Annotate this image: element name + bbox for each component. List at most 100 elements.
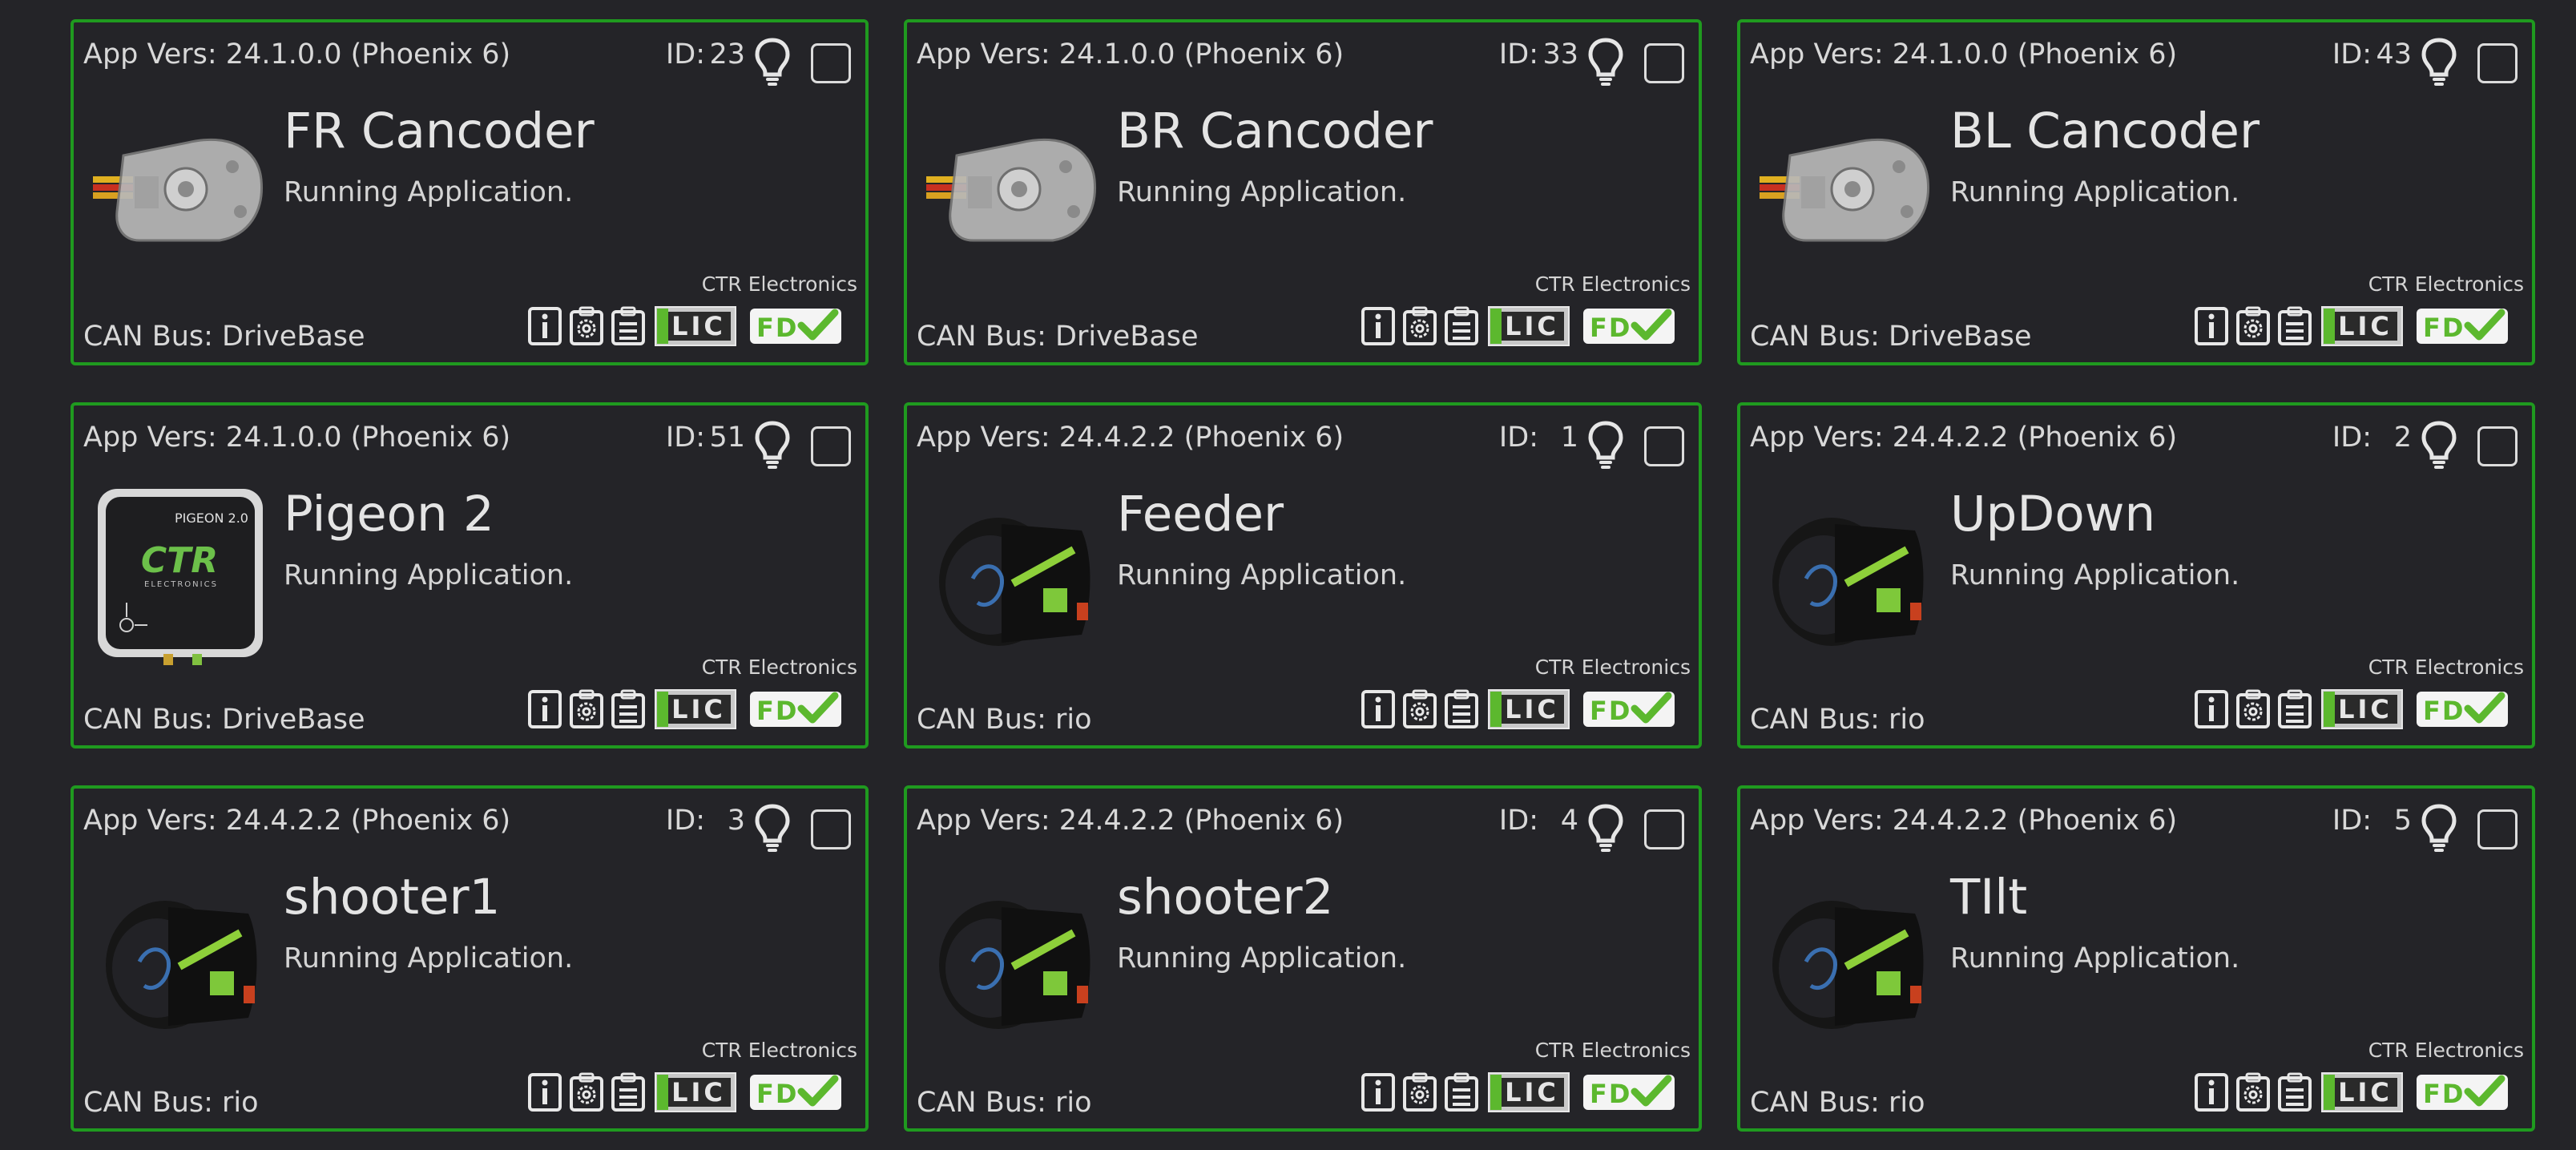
license-lic-icon[interactable]: LIC	[1487, 305, 1570, 348]
select-checkbox[interactable]	[2477, 43, 2518, 83]
details-clipboard-icon[interactable]	[1444, 688, 1479, 731]
license-lic-icon[interactable]: LIC	[2320, 688, 2404, 731]
details-clipboard-icon[interactable]	[611, 305, 646, 348]
device-name: Feeder	[1117, 486, 1284, 543]
pigeon-imu-device-icon: PIGEON 2.0 CTRELECTRONICS	[98, 489, 263, 665]
info-icon[interactable]	[527, 305, 562, 348]
details-clipboard-icon[interactable]	[1444, 305, 1479, 348]
config-gear-icon[interactable]	[569, 305, 604, 348]
config-gear-icon[interactable]	[569, 1071, 604, 1114]
info-icon[interactable]	[1361, 1071, 1396, 1114]
fd-license-valid-icon[interactable]: FD	[2415, 1071, 2509, 1114]
config-gear-icon[interactable]	[569, 688, 604, 731]
config-gear-icon[interactable]	[2235, 1071, 2271, 1114]
details-clipboard-icon[interactable]	[611, 688, 646, 731]
fd-license-valid-icon[interactable]: FD	[1582, 688, 1676, 731]
vendor-label: CTR Electronics	[2368, 1039, 2524, 1062]
vendor-label: CTR Electronics	[701, 1039, 857, 1062]
fd-license-valid-icon[interactable]: FD	[748, 305, 843, 348]
id-label: ID:	[2332, 805, 2372, 837]
info-icon[interactable]	[1361, 305, 1396, 348]
blink-lightbulb-icon[interactable]	[753, 803, 792, 853]
device-status: Running Application.	[1950, 559, 2240, 591]
fd-license-valid-icon[interactable]: FD	[1582, 1071, 1676, 1114]
svg-text:FD: FD	[2423, 313, 2465, 343]
details-clipboard-icon[interactable]	[611, 1071, 646, 1114]
talonfx-motor-device-icon	[939, 518, 1090, 646]
app-version-label: App Vers: 24.1.0.0 (Phoenix 6)	[917, 38, 1344, 71]
device-card-bl-cancoder[interactable]: App Vers: 24.1.0.0 (Phoenix 6) ID: 43 BL…	[1737, 19, 2535, 365]
select-checkbox[interactable]	[1644, 809, 1684, 849]
can-bus-label: CAN Bus: rio	[917, 1087, 1092, 1119]
fd-license-valid-icon[interactable]: FD	[748, 688, 843, 731]
blink-lightbulb-icon[interactable]	[2420, 420, 2458, 470]
info-icon[interactable]	[2194, 305, 2229, 348]
details-clipboard-icon[interactable]	[1444, 1071, 1479, 1114]
license-lic-icon[interactable]: LIC	[1487, 688, 1570, 731]
can-bus-label: CAN Bus: DriveBase	[83, 321, 365, 353]
blink-lightbulb-icon[interactable]	[1586, 420, 1625, 470]
select-checkbox[interactable]	[811, 809, 851, 849]
select-checkbox[interactable]	[811, 43, 851, 83]
config-gear-icon[interactable]	[1402, 1071, 1437, 1114]
config-gear-icon[interactable]	[2235, 305, 2271, 348]
device-card-updown[interactable]: App Vers: 24.4.2.2 (Phoenix 6) ID: 2 UpD…	[1737, 402, 2535, 749]
fd-license-valid-icon[interactable]: FD	[748, 1071, 843, 1114]
license-lic-icon[interactable]: LIC	[654, 305, 737, 348]
blink-lightbulb-icon[interactable]	[2420, 803, 2458, 853]
device-image	[925, 99, 1103, 284]
device-toolbar: LIC FD	[527, 1071, 856, 1114]
svg-text:CTR: CTR	[141, 540, 218, 581]
id-label: ID:	[1498, 422, 1538, 454]
select-checkbox[interactable]	[1644, 43, 1684, 83]
device-grid: App Vers: 24.1.0.0 (Phoenix 6) ID: 23 FR…	[0, 0, 2576, 1150]
info-icon[interactable]	[527, 1071, 562, 1114]
select-checkbox[interactable]	[2477, 809, 2518, 849]
app-version-label: App Vers: 24.4.2.2 (Phoenix 6)	[1750, 805, 2178, 837]
svg-text:LIC: LIC	[2338, 311, 2393, 341]
blink-lightbulb-icon[interactable]	[2420, 37, 2458, 87]
id-label: ID:	[665, 805, 705, 837]
config-gear-icon[interactable]	[1402, 305, 1437, 348]
fd-license-valid-icon[interactable]: FD	[1582, 305, 1676, 348]
blink-lightbulb-icon[interactable]	[1586, 37, 1625, 87]
info-icon[interactable]	[2194, 688, 2229, 731]
device-status: Running Application.	[1950, 176, 2240, 208]
vendor-label: CTR Electronics	[1534, 656, 1691, 679]
info-icon[interactable]	[1361, 688, 1396, 731]
config-gear-icon[interactable]	[2235, 688, 2271, 731]
license-lic-icon[interactable]: LIC	[2320, 1071, 2404, 1114]
svg-text:LIC: LIC	[1505, 694, 1559, 724]
license-lic-icon[interactable]: LIC	[654, 1071, 737, 1114]
config-gear-icon[interactable]	[1402, 688, 1437, 731]
license-lic-icon[interactable]: LIC	[654, 688, 737, 731]
fd-license-valid-icon[interactable]: FD	[2415, 688, 2509, 731]
device-card-br-cancoder[interactable]: App Vers: 24.1.0.0 (Phoenix 6) ID: 33 BR…	[904, 19, 1702, 365]
select-checkbox[interactable]	[2477, 426, 2518, 466]
details-clipboard-icon[interactable]	[2277, 688, 2312, 731]
device-card-shooter1[interactable]: App Vers: 24.4.2.2 (Phoenix 6) ID: 3 sho…	[71, 785, 869, 1132]
device-card-pigeon-2[interactable]: App Vers: 24.1.0.0 (Phoenix 6) ID: 51 PI…	[71, 402, 869, 749]
vendor-label: CTR Electronics	[2368, 656, 2524, 679]
license-lic-icon[interactable]: LIC	[2320, 305, 2404, 348]
blink-lightbulb-icon[interactable]	[753, 420, 792, 470]
svg-text:FD: FD	[756, 1079, 798, 1109]
device-card-tilt[interactable]: App Vers: 24.4.2.2 (Phoenix 6) ID: 5 TIl…	[1737, 785, 2535, 1132]
license-lic-icon[interactable]: LIC	[1487, 1071, 1570, 1114]
vendor-label: CTR Electronics	[2368, 272, 2524, 296]
device-status: Running Application.	[284, 559, 574, 591]
info-icon[interactable]	[527, 688, 562, 731]
fd-license-valid-icon[interactable]: FD	[2415, 305, 2509, 348]
details-clipboard-icon[interactable]	[2277, 305, 2312, 348]
svg-text:LIC: LIC	[671, 311, 726, 341]
select-checkbox[interactable]	[1644, 426, 1684, 466]
blink-lightbulb-icon[interactable]	[1586, 803, 1625, 853]
device-card-shooter2[interactable]: App Vers: 24.4.2.2 (Phoenix 6) ID: 4 sho…	[904, 785, 1702, 1132]
info-icon[interactable]	[2194, 1071, 2229, 1114]
blink-lightbulb-icon[interactable]	[753, 37, 792, 87]
device-card-feeder[interactable]: App Vers: 24.4.2.2 (Phoenix 6) ID: 1 Fee…	[904, 402, 1702, 749]
can-bus-label: CAN Bus: DriveBase	[1750, 321, 2032, 353]
device-card-fr-cancoder[interactable]: App Vers: 24.1.0.0 (Phoenix 6) ID: 23 FR…	[71, 19, 869, 365]
select-checkbox[interactable]	[811, 426, 851, 466]
details-clipboard-icon[interactable]	[2277, 1071, 2312, 1114]
